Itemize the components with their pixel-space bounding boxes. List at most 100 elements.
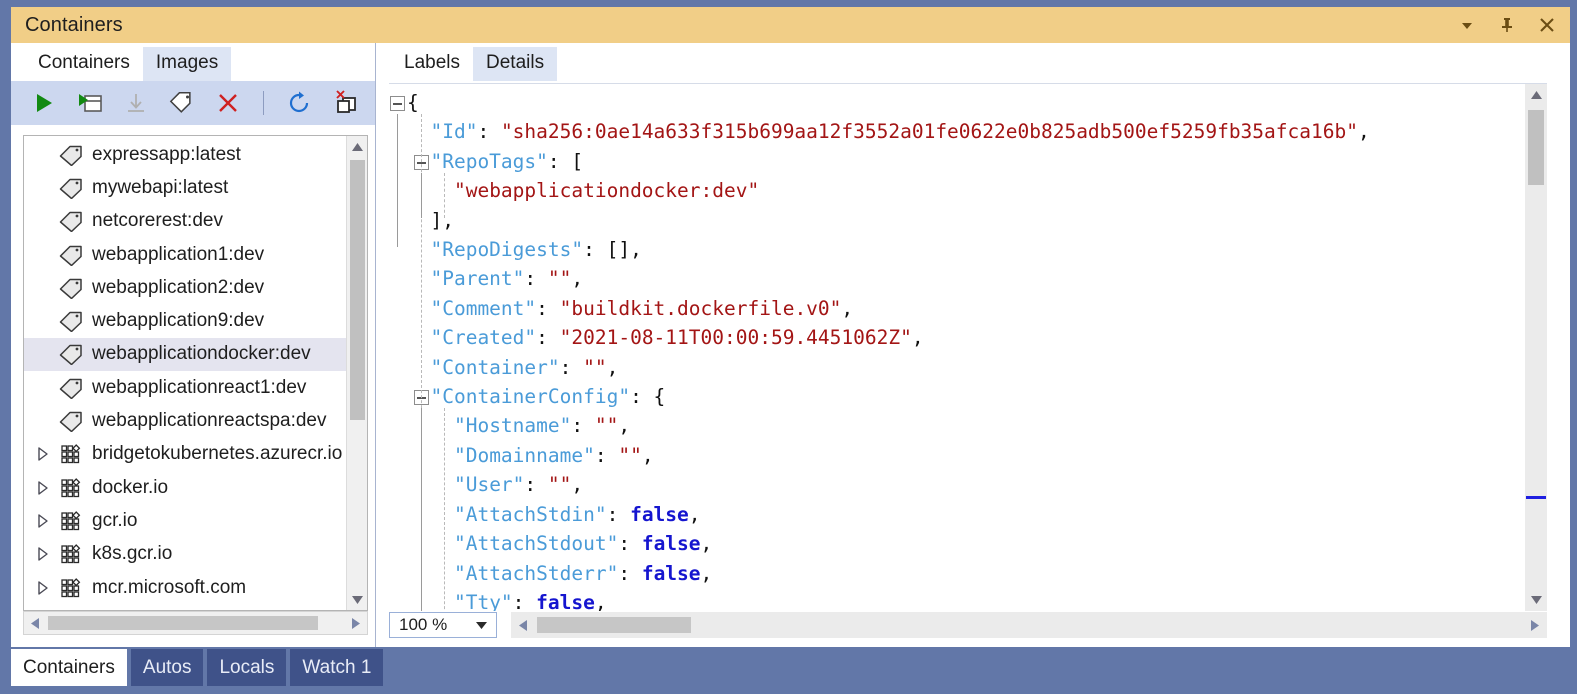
json-token: : [524,267,548,291]
dropdown-icon[interactable] [1456,14,1478,36]
expand-chevron-icon[interactable] [30,480,56,495]
tag-icon [56,210,86,233]
tree-item[interactable]: gcr.io [24,504,354,537]
registry-icon [56,577,86,598]
json-vscrollbar[interactable] [1525,84,1547,611]
tree-item[interactable]: k8s.gcr.io [24,538,354,571]
json-token: : [524,473,548,497]
window-title: Containers [25,13,123,36]
scroll-thumb[interactable] [350,160,365,420]
tool-window-body: Containers Images expressapp:latest mywe… [11,43,1570,647]
tree-item[interactable]: webapplicationdocker:dev [24,337,354,372]
tree-item[interactable]: webapplication2:dev [24,271,354,304]
tab-images[interactable]: Images [142,47,232,81]
scroll-left-icon[interactable] [24,617,46,629]
tag-icon [56,144,86,166]
json-scroll-up-icon[interactable] [1525,84,1547,106]
close-icon[interactable] [1536,14,1558,36]
json-token: "User" [453,473,525,497]
json-line: "Tty": false, [407,588,1370,611]
run-icon[interactable] [29,88,59,118]
json-token: false [630,502,689,526]
json-token: , [571,267,584,291]
json-line: "Container": "", [407,353,1370,382]
images-tree[interactable]: expressapp:latest mywebapi:latest netcorer… [23,135,368,611]
json-outline-guide [397,114,398,247]
json-token: "Id" [430,120,478,144]
tree-item-label: webapplicationreact1:dev [92,376,307,398]
debugger-tab[interactable]: Containers [11,649,127,686]
tab-details[interactable]: Details [473,47,558,81]
tab-labels[interactable]: Labels [391,47,473,81]
tag-icon [56,310,86,333]
registry-icon [56,477,86,498]
json-viewer[interactable]: { "Id": "sha256:0ae14a633f315b699aa12f35… [389,83,1547,611]
tree-item[interactable]: webapplication9:dev [24,304,354,337]
tree-item-label: webapplication2:dev [92,276,265,298]
expand-chevron-icon[interactable] [30,547,56,561]
tree-item[interactable]: expressapp:latest [24,138,354,171]
json-token: : [512,590,537,611]
zoom-level-combobox[interactable]: 100 % [389,612,497,638]
tree-item-label: mywebapi:latest [92,176,229,198]
json-token: ], [430,208,454,232]
json-hscroll-thumb[interactable] [537,617,691,633]
hscroll-thumb[interactable] [48,616,318,630]
refresh-icon[interactable] [284,88,314,118]
expand-chevron-icon[interactable] [30,514,56,528]
scroll-up-icon[interactable] [347,136,367,157]
json-scroll-right-icon[interactable] [1523,612,1547,638]
json-token: "" [547,267,572,291]
tree-item[interactable]: mcr.microsoft.com [24,571,354,604]
images-pane: Containers Images expressapp:latest mywe… [11,43,376,647]
tree-item[interactable]: webapplicationreactspa:dev [24,404,354,437]
tree-item[interactable]: docker.io [24,471,354,504]
registry-icon [56,511,86,531]
debugger-tab[interactable]: Locals [207,649,287,686]
containers-tool-window: Containers Containers Images expressapp:… [0,0,1577,694]
delete-icon[interactable] [213,88,243,118]
json-token: : { [630,385,666,409]
json-token: , [1357,120,1370,144]
tree-item[interactable]: webapplication1:dev [24,238,354,271]
registry-icon [56,544,86,564]
json-hscrollbar[interactable] [511,612,1547,638]
json-token: , [594,590,607,611]
chevron-down-icon[interactable] [476,621,496,629]
images-tree-hscrollbar[interactable] [23,611,368,635]
tag-icon[interactable] [167,88,197,118]
expand-chevron-icon[interactable] [30,447,56,462]
debugger-tab[interactable]: Autos [130,649,204,686]
json-line: "User": "", [407,470,1370,499]
tree-item[interactable]: webapplicationreact1:dev [24,371,354,404]
json-line: "ContainerConfig": { [407,382,1370,411]
tab-containers[interactable]: Containers [25,47,143,81]
images-tree-vscrollbar[interactable] [346,136,367,610]
open-in-window-icon[interactable] [75,88,105,118]
json-line: "Id": "sha256:0ae14a633f315b699aa12f3552… [407,117,1370,146]
tag-icon [56,377,86,399]
json-scroll-left-icon[interactable] [511,619,535,631]
prune-icon[interactable] [330,88,360,118]
json-token: "" [583,355,607,379]
scroll-right-icon[interactable] [345,612,367,634]
json-token: : [606,502,631,526]
tree-item-label: docker.io [92,476,169,498]
tree-item[interactable]: mywebapi:latest [24,171,354,204]
expand-chevron-icon[interactable] [30,580,56,595]
json-token: "webapplicationdocker:dev" [453,179,760,203]
json-token: : [536,326,560,350]
pin-icon[interactable] [1496,14,1518,36]
json-outline-guide [420,408,422,611]
json-token: "Comment" [430,296,537,320]
pull-icon [121,88,151,118]
tree-item[interactable]: bridgetokubernetes.azurecr.io [24,438,354,471]
json-scroll-down-icon[interactable] [1525,589,1547,611]
scroll-down-icon[interactable] [347,589,367,610]
json-scroll-thumb[interactable] [1528,110,1544,185]
tree-item[interactable]: netcorerest:dev [24,205,354,238]
debugger-tab[interactable]: Watch 1 [290,649,384,686]
json-token: "ContainerConfig" [430,385,631,409]
json-collapse-toggle[interactable] [390,96,405,111]
json-token: : [], [583,238,642,262]
